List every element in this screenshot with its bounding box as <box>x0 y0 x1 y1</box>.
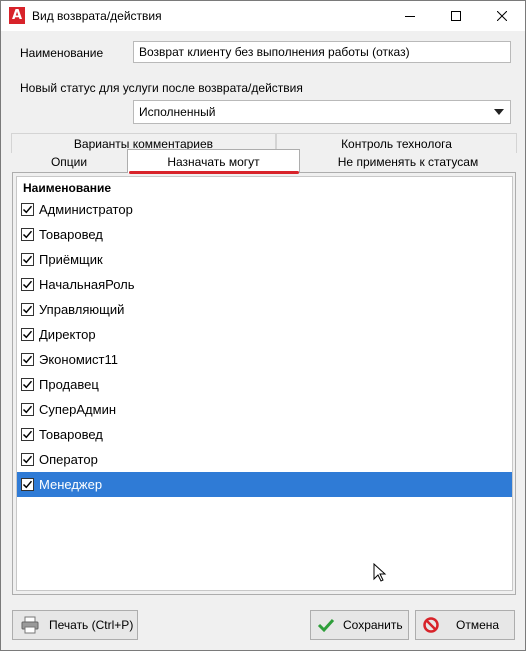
row-checkbox[interactable] <box>21 203 34 216</box>
list-item[interactable]: Экономист11 <box>17 347 512 372</box>
cancel-button-label: Отмена <box>456 618 500 632</box>
row-label: Товаровед <box>39 427 103 442</box>
close-button[interactable] <box>479 1 525 31</box>
list-item[interactable]: НачальнаяРоль <box>17 272 512 297</box>
save-button[interactable]: Сохранить <box>310 610 409 640</box>
row-checkbox[interactable] <box>21 303 34 316</box>
print-button[interactable]: Печать (Ctrl+P) <box>12 610 138 640</box>
status-select-value: Исполненный <box>139 105 216 119</box>
row-checkbox[interactable] <box>21 253 34 266</box>
row-label: Оператор <box>39 452 98 467</box>
column-header-name[interactable]: Наименование <box>23 181 111 195</box>
row-label: Экономист11 <box>39 352 118 367</box>
list-item[interactable]: Товаровед <box>17 422 512 447</box>
printer-icon <box>21 616 39 634</box>
list-item[interactable]: СуперАдмин <box>17 397 512 422</box>
dialog-window: A Вид возврата/действия Наименование Воз… <box>0 0 526 651</box>
row-label: Управляющий <box>39 302 125 317</box>
checkmark-icon <box>22 205 33 214</box>
row-checkbox[interactable] <box>21 378 34 391</box>
row-label: Продавец <box>39 377 99 392</box>
row-checkbox[interactable] <box>21 428 34 441</box>
row-checkbox[interactable] <box>21 403 34 416</box>
maximize-icon <box>451 11 461 21</box>
tab-assign-can[interactable]: Назначать могут <box>127 149 300 173</box>
checkmark-icon <box>22 230 33 239</box>
row-label: Товаровед <box>39 227 103 242</box>
name-label: Наименование <box>20 46 104 60</box>
minimize-button[interactable] <box>387 1 433 31</box>
tab-not-apply-to-statuses[interactable]: Не применять к статусам <box>300 152 516 172</box>
row-label: Приёмщик <box>39 252 103 267</box>
checkmark-icon <box>22 355 33 364</box>
name-input[interactable]: Возврат клиенту без выполнения работы (о… <box>133 41 511 63</box>
list-item[interactable]: Приёмщик <box>17 247 512 272</box>
status-label: Новый статус для услуги после возврата/д… <box>20 81 303 95</box>
close-icon <box>497 11 507 21</box>
title-bar[interactable]: A Вид возврата/действия <box>1 1 525 31</box>
row-checkbox[interactable] <box>21 228 34 241</box>
checkmark-icon <box>22 480 33 489</box>
row-checkbox[interactable] <box>21 453 34 466</box>
list-item[interactable]: Администратор <box>17 197 512 222</box>
row-checkbox[interactable] <box>21 478 34 491</box>
roles-list[interactable]: Наименование Администратор Товаровед Приём… <box>16 176 513 591</box>
row-label: Администратор <box>39 202 133 217</box>
row-checkbox[interactable] <box>21 353 34 366</box>
app-logo-icon: A <box>9 7 25 24</box>
list-item[interactable]: Управляющий <box>17 297 512 322</box>
row-label: НачальнаяРоль <box>39 277 135 292</box>
row-checkbox[interactable] <box>21 278 34 291</box>
row-label: СуперАдмин <box>39 402 117 417</box>
checkmark-icon <box>22 430 33 439</box>
list-item[interactable]: Продавец <box>17 372 512 397</box>
checkmark-icon <box>22 380 33 389</box>
no-entry-icon <box>423 617 439 633</box>
checkmark-icon <box>317 618 335 633</box>
checkmark-icon <box>22 255 33 264</box>
tab-options[interactable]: Опции <box>12 152 126 172</box>
list-item[interactable]: Директор <box>17 322 512 347</box>
maximize-button[interactable] <box>433 1 479 31</box>
cancel-button[interactable]: Отмена <box>415 610 515 640</box>
row-label: Менеджер <box>39 477 103 492</box>
save-button-label: Сохранить <box>343 618 403 632</box>
print-button-label: Печать (Ctrl+P) <box>49 618 134 632</box>
active-tab-indicator <box>129 171 299 174</box>
row-checkbox[interactable] <box>21 328 34 341</box>
status-select[interactable]: Исполненный <box>133 100 511 124</box>
checkmark-icon <box>22 405 33 414</box>
checkmark-icon <box>22 280 33 289</box>
row-label: Директор <box>39 327 96 342</box>
list-item[interactable]: Оператор <box>17 447 512 472</box>
mouse-cursor-icon <box>373 563 387 582</box>
list-item[interactable]: Менеджер <box>17 472 512 497</box>
dropdown-arrow-icon[interactable] <box>494 109 504 115</box>
checkmark-icon <box>22 330 33 339</box>
tab-technologist-control[interactable]: Контроль технолога <box>276 133 517 153</box>
minimize-icon <box>405 16 415 17</box>
checkmark-icon <box>22 455 33 464</box>
list-item[interactable]: Товаровед <box>17 222 512 247</box>
checkmark-icon <box>22 305 33 314</box>
window-title: Вид возврата/действия <box>32 9 162 23</box>
